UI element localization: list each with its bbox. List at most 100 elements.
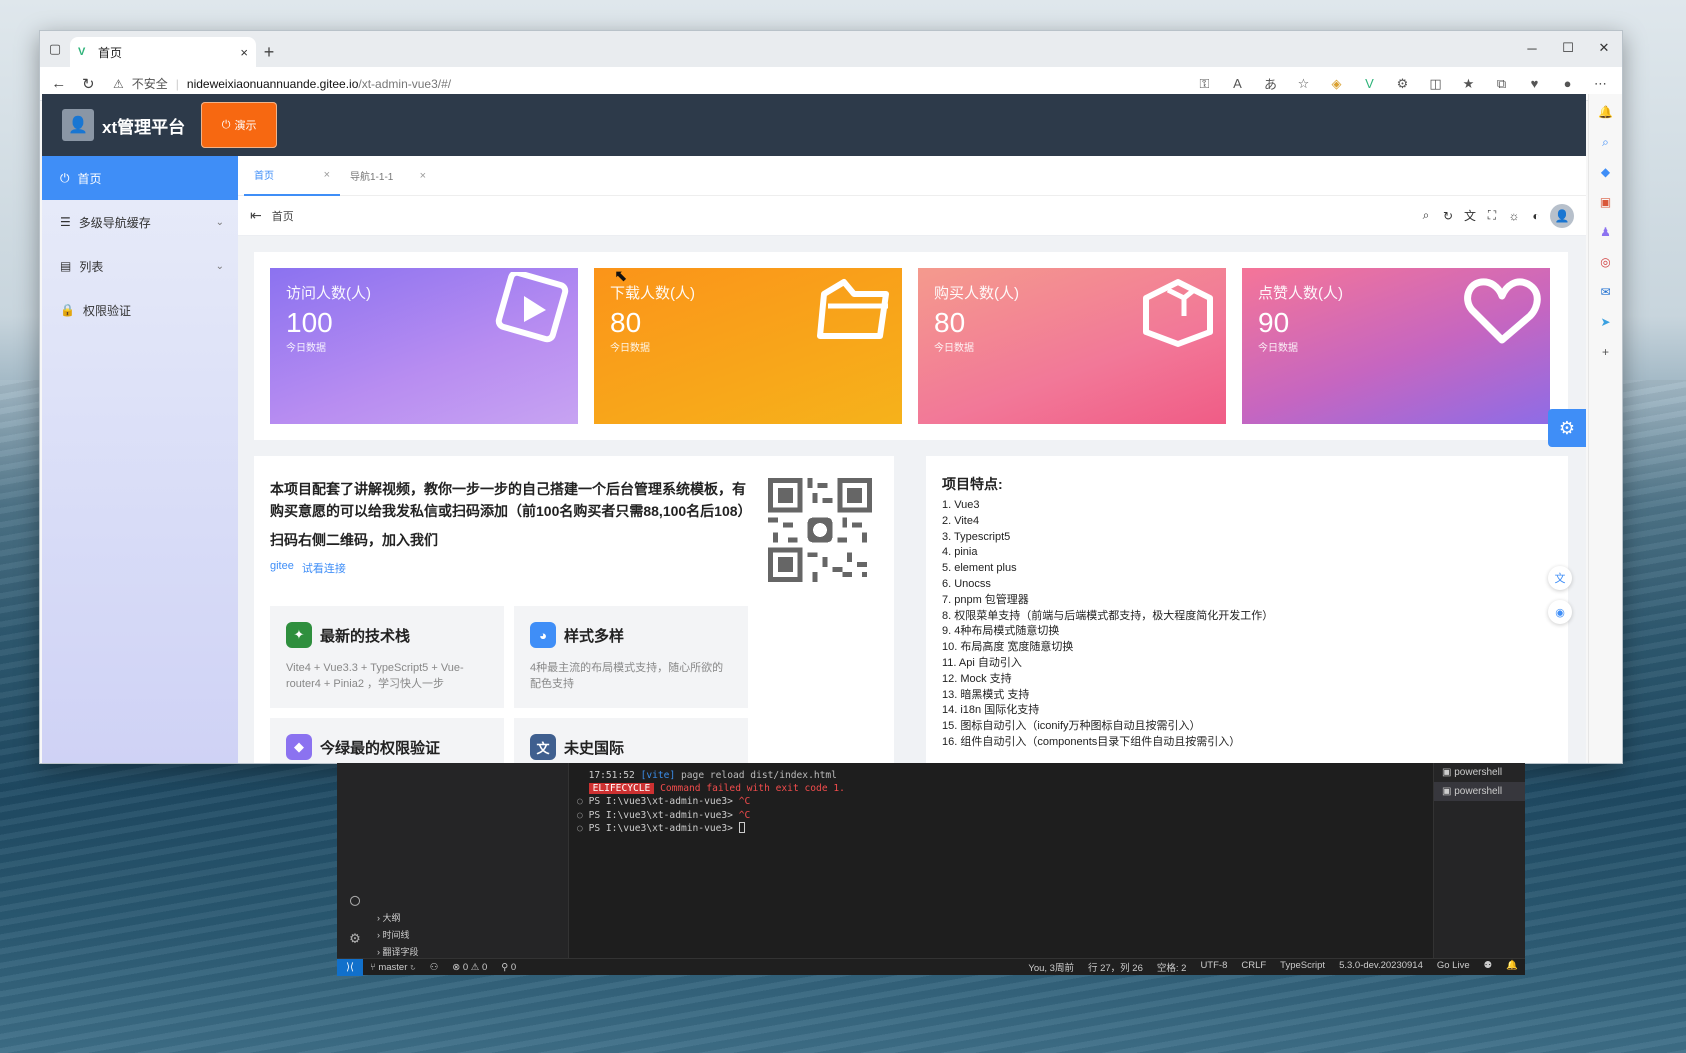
- terminal-line: ELIFECYCLE Command failed with exit code…: [577, 782, 845, 795]
- outlook-icon[interactable]: ✉: [1596, 282, 1616, 302]
- favorites-icon[interactable]: ★: [1453, 71, 1484, 97]
- copilot-icon[interactable]: ⚉: [1477, 960, 1500, 974]
- ports-status[interactable]: ⚲ 0: [494, 962, 523, 973]
- gitee-link[interactable]: gitee: [270, 560, 294, 576]
- timeline-section[interactable]: › 时间线: [377, 928, 410, 941]
- bell-icon[interactable]: 🔔: [1596, 102, 1616, 122]
- new-tab-button[interactable]: +: [256, 37, 282, 67]
- sidebar-item-permission[interactable]: 🔒 权限验证: [42, 288, 238, 332]
- terminal-line: ○ PS I:\vue3\xt-admin-vue3> ^C: [577, 809, 751, 821]
- account-icon[interactable]: ◯: [345, 889, 365, 909]
- remote-icon[interactable]: ⟩⟨: [337, 958, 363, 976]
- translate-icon[interactable]: あ: [1255, 71, 1286, 97]
- gear-icon[interactable]: ⚙: [345, 927, 365, 947]
- menu-fold-icon[interactable]: ⇤: [250, 207, 262, 224]
- minimize-icon[interactable]: ─: [1514, 31, 1550, 65]
- fullscreen-icon[interactable]: ⛶: [1484, 208, 1500, 224]
- demo-label: 演示: [234, 120, 257, 132]
- refresh-icon[interactable]: ↻: [1440, 208, 1456, 224]
- url-divider: |: [175, 76, 179, 91]
- box-icon: [1143, 279, 1213, 347]
- sidebar-item-home[interactable]: ⏻ 首页: [42, 156, 238, 200]
- shield-icon: ✦: [286, 622, 312, 648]
- project-feature-item: 14. i18n 国际化支持: [942, 704, 1040, 717]
- project-features-panel: 项目特点: 1. Vue3 2. Vite4 3. Typescript5 4. pi…: [926, 456, 1568, 763]
- maximize-icon[interactable]: ☐: [1550, 31, 1586, 65]
- indent-status[interactable]: 空格: 2: [1150, 960, 1194, 974]
- tag-home[interactable]: 首页 ×: [244, 156, 340, 196]
- office-icon[interactable]: ◎: [1596, 252, 1616, 272]
- feature-title: 未史国际: [564, 739, 625, 757]
- sidebar-item-list[interactable]: ▤ 列表 ⌄: [42, 244, 238, 288]
- breadcrumb[interactable]: 首页: [272, 208, 294, 224]
- sidebar-item-multilevel-nav[interactable]: ☰ 多级导航缓存 ⌄: [42, 200, 238, 244]
- close-tab-icon[interactable]: ×: [240, 45, 248, 60]
- theme-sun-icon[interactable]: ☼: [1506, 208, 1522, 224]
- extension-shield-icon[interactable]: ◈: [1321, 71, 1352, 97]
- send-icon[interactable]: ➤: [1596, 312, 1616, 332]
- blame-status[interactable]: You, 3周前: [1021, 960, 1081, 974]
- outline-section[interactable]: › 大纲: [377, 911, 401, 924]
- chess-icon[interactable]: ♟: [1596, 222, 1616, 242]
- add-icon[interactable]: +: [1596, 342, 1616, 362]
- sync-icon[interactable]: ⚇: [423, 962, 446, 973]
- language-status[interactable]: TypeScript: [1273, 960, 1332, 974]
- terminal-output[interactable]: 17:51:52 [vite] page reload dist/index.h…: [577, 769, 845, 835]
- stat-card-likes: 点赞人数(人) 90 今日数据: [1242, 268, 1550, 424]
- user-avatar[interactable]: 👤: [1550, 203, 1574, 228]
- cursor-position[interactable]: 行 27，列 26: [1081, 960, 1150, 974]
- tags-bar: 首页 × 导航1-1-1 ×: [238, 156, 1586, 196]
- favorite-star-icon[interactable]: ☆: [1288, 71, 1319, 97]
- back-icon[interactable]: ←: [46, 75, 72, 92]
- key-icon[interactable]: ⚿: [1189, 71, 1220, 97]
- translate-float-icon[interactable]: 文: [1548, 566, 1572, 590]
- terminal-item[interactable]: ▣ powershell: [1434, 763, 1525, 782]
- read-aloud-icon[interactable]: A: [1222, 71, 1253, 97]
- project-feature-item: 2. Vite4: [942, 514, 980, 527]
- problems-status[interactable]: ⊗ 0 ⚠ 0: [445, 962, 494, 973]
- refresh-icon[interactable]: ↻: [76, 75, 102, 93]
- breadcrumb-bar: ⇤ 首页 ⌕ ↻ 文 ⛶ ☼ ◐ 👤: [238, 196, 1586, 236]
- demo-button[interactable]: ⏻ 演示: [201, 102, 278, 148]
- terminal-item[interactable]: ▣ powershell: [1434, 782, 1525, 801]
- vue-devtools-icon[interactable]: V: [1354, 71, 1385, 97]
- search-icon[interactable]: ⌕: [1596, 132, 1616, 152]
- go-live-button[interactable]: Go Live: [1430, 960, 1477, 974]
- header-tools: ⌕ ↻ 文 ⛶ ☼ ◐ 👤: [1418, 203, 1574, 228]
- close-window-icon[interactable]: ✕: [1586, 31, 1622, 65]
- close-icon[interactable]: ×: [324, 169, 330, 181]
- ts-version-status[interactable]: 5.3.0-dev.20230914: [1332, 960, 1430, 974]
- performance-icon[interactable]: ♥: [1519, 71, 1550, 97]
- profile-avatar[interactable]: ●: [1552, 71, 1583, 97]
- browser-tab[interactable]: V 首页 ×: [70, 37, 256, 67]
- language-icon[interactable]: 文: [1462, 208, 1478, 224]
- collections-icon[interactable]: ⧉: [1486, 71, 1517, 97]
- notifications-icon[interactable]: 🔔: [1499, 960, 1525, 974]
- encoding-status[interactable]: UTF-8: [1193, 960, 1234, 974]
- tag-nav-1-1-1[interactable]: 导航1-1-1 ×: [340, 156, 436, 196]
- terminal-cursor: [738, 822, 745, 834]
- tag-icon[interactable]: ◆: [1596, 162, 1616, 182]
- translate-section[interactable]: › 翻译字段: [377, 945, 419, 958]
- branch-status[interactable]: ⑂ master ↻: [363, 962, 423, 973]
- intro-panel: 本项目配套了讲解视频，教你一步一步的自己搭建一个后台管理系统模板，有购买意愿的可…: [254, 456, 894, 763]
- palette-icon[interactable]: ◐: [1528, 208, 1544, 224]
- eol-status[interactable]: CRLF: [1234, 960, 1273, 974]
- tab-actions-icon[interactable]: ▢: [40, 31, 70, 67]
- trial-link[interactable]: 试看连接: [302, 560, 346, 576]
- close-icon[interactable]: ×: [420, 170, 426, 182]
- project-feature-item: 3. Typescript5: [942, 530, 1011, 543]
- app-logo[interactable]: 👤 xt管理平台: [62, 109, 185, 141]
- briefcase-icon[interactable]: ▣: [1596, 192, 1616, 212]
- feature-title: 样式多样: [564, 627, 625, 645]
- url-field[interactable]: ⚠ 不安全 | nideweixiaonuannuande.gitee.io/x…: [105, 71, 1185, 97]
- extensions-icon[interactable]: ⚙: [1387, 71, 1418, 97]
- browser-window: ▢ V 首页 × + ─ ☐ ✕ ← ↻ ⚠ 不安全 | nideweixiao…: [39, 30, 1623, 764]
- search-icon[interactable]: ⌕: [1418, 208, 1434, 224]
- assistant-float-icon[interactable]: ◉: [1548, 600, 1572, 624]
- terminal-line: ○ PS I:\vue3\xt-admin-vue3>: [577, 822, 845, 835]
- settings-fab[interactable]: ⚙: [1548, 409, 1586, 447]
- more-menu-icon[interactable]: ⋯: [1585, 71, 1616, 97]
- split-screen-icon[interactable]: ◫: [1420, 71, 1451, 97]
- url-path: /xt-admin-vue3/#/: [358, 76, 452, 91]
